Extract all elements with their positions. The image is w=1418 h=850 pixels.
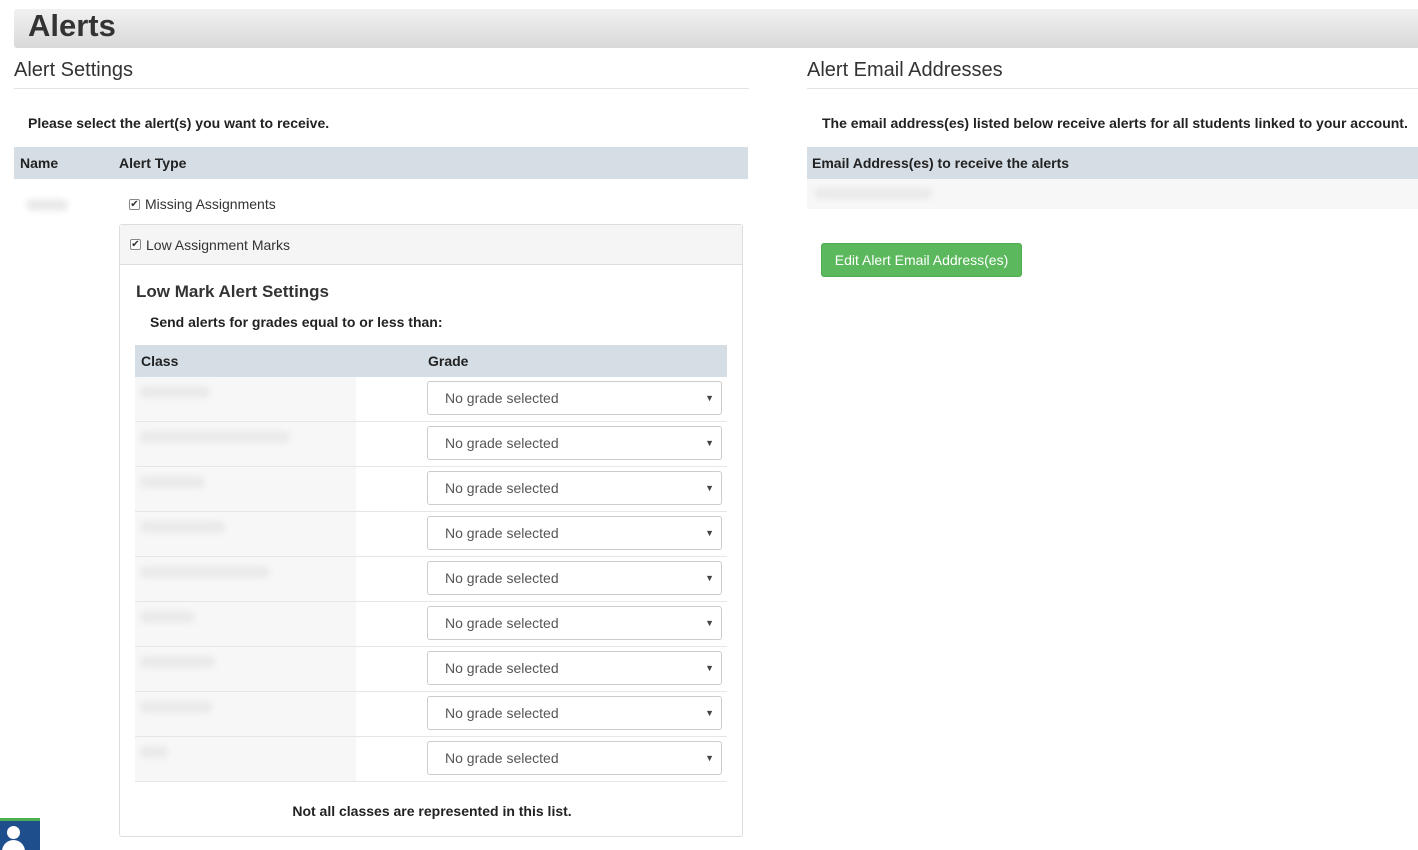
email-address-row [807,179,1418,209]
grade-select[interactable]: No grade selected ▼ [427,426,722,460]
class-name-cell [135,557,356,601]
grade-select[interactable]: No grade selected ▼ [427,696,722,730]
name-column-header: Name [20,155,59,171]
grade-row: No grade selected ▼ [135,467,727,512]
chevron-down-icon: ▼ [705,483,714,493]
class-name-redacted [140,611,195,623]
grade-row: No grade selected ▼ [135,602,727,647]
alert-email-instructions: The email address(es) listed below recei… [822,115,1408,131]
email-table-header: Email Address(es) to receive the alerts [807,147,1418,179]
low-mark-panel: ✔ Low Assignment Marks Low Mark Alert Se… [119,224,743,837]
user-icon [7,826,20,839]
class-name-cell [135,737,356,781]
grade-row: No grade selected ▼ [135,557,727,602]
grade-select-value: No grade selected [445,750,559,766]
grade-select[interactable]: No grade selected ▼ [427,651,722,685]
grade-select[interactable]: No grade selected ▼ [427,516,722,550]
low-assignment-marks-option[interactable]: ✔ Low Assignment Marks [130,237,290,253]
class-name-cell [135,467,356,511]
grade-select-value: No grade selected [445,525,559,541]
grade-select-value: No grade selected [445,660,559,676]
class-name-cell [135,377,356,421]
user-icon-body [2,840,25,850]
alert-settings-title: Alert Settings [14,59,749,89]
chevron-down-icon: ▼ [705,393,714,403]
grade-select[interactable]: No grade selected ▼ [427,741,722,775]
missing-assignments-checkbox[interactable]: ✔ [129,198,140,210]
chevron-down-icon: ▼ [705,528,714,538]
low-mark-panel-heading: ✔ Low Assignment Marks [120,225,742,265]
grade-select[interactable]: No grade selected ▼ [427,381,722,415]
class-name-cell [135,422,356,466]
grade-row: No grade selected ▼ [135,377,727,422]
grade-select-value: No grade selected [445,570,559,586]
low-assignment-marks-checkbox[interactable]: ✔ [130,239,141,250]
grade-column-header: Grade [428,353,469,369]
grade-table-header: Class Grade [135,345,727,377]
class-name-redacted [140,521,225,533]
missing-assignments-label: Missing Assignments [145,196,276,212]
chevron-down-icon: ▼ [705,663,714,673]
low-mark-settings-subtitle: Send alerts for grades equal to or less … [150,314,443,330]
grade-select-value: No grade selected [445,480,559,496]
class-name-cell [135,692,356,736]
low-mark-settings-title: Low Mark Alert Settings [136,282,330,301]
chevron-down-icon: ▼ [705,573,714,583]
class-name-redacted [140,701,212,713]
chevron-down-icon: ▼ [705,708,714,718]
student-name [26,198,68,214]
class-name-redacted [140,656,215,668]
class-name-redacted [140,566,270,578]
alert-settings-instructions: Please select the alert(s) you want to r… [28,115,330,131]
grade-select[interactable]: No grade selected ▼ [427,561,722,595]
email-address-redacted [814,188,932,199]
class-name-cell [135,647,356,691]
grade-threshold-table: Class Grade No grade selected ▼ No grade s… [135,345,727,782]
alert-table-header: Name Alert Type [14,147,748,179]
alert-type-column-header: Alert Type [119,155,187,171]
chat-widget[interactable] [0,818,40,850]
grade-row: No grade selected ▼ [135,512,727,557]
chevron-down-icon: ▼ [705,753,714,763]
email-column-header: Email Address(es) to receive the alerts [812,155,1070,171]
low-assignment-marks-label: Low Assignment Marks [146,236,290,253]
student-name-redacted [26,199,68,211]
grade-row: No grade selected ▼ [135,422,727,467]
alert-email-title: Alert Email Addresses [807,59,1418,89]
page-title: Alerts [28,8,116,43]
class-name-redacted [140,431,290,443]
class-name-redacted [140,386,210,398]
class-column-header: Class [141,353,179,369]
grade-select-value: No grade selected [445,390,559,406]
grade-select-value: No grade selected [445,705,559,721]
page-header: Alerts [14,9,1418,48]
chevron-down-icon: ▼ [705,438,714,448]
grade-row: No grade selected ▼ [135,737,727,782]
grade-select-value: No grade selected [445,615,559,631]
class-name-cell [135,602,356,646]
chevron-down-icon: ▼ [705,618,714,628]
class-name-redacted [140,746,168,758]
grade-select-value: No grade selected [445,435,559,451]
classes-note: Not all classes are represented in this … [292,803,572,819]
missing-assignments-option[interactable]: ✔ Missing Assignments [129,196,276,212]
grade-select[interactable]: No grade selected ▼ [427,606,722,640]
edit-alert-email-button[interactable]: Edit Alert Email Address(es) [821,243,1022,277]
grade-rows: No grade selected ▼ No grade selected ▼ No g… [135,377,727,782]
grade-row: No grade selected ▼ [135,692,727,737]
class-name-cell [135,512,356,556]
grade-row: No grade selected ▼ [135,647,727,692]
grade-select[interactable]: No grade selected ▼ [427,471,722,505]
class-name-redacted [140,476,205,488]
